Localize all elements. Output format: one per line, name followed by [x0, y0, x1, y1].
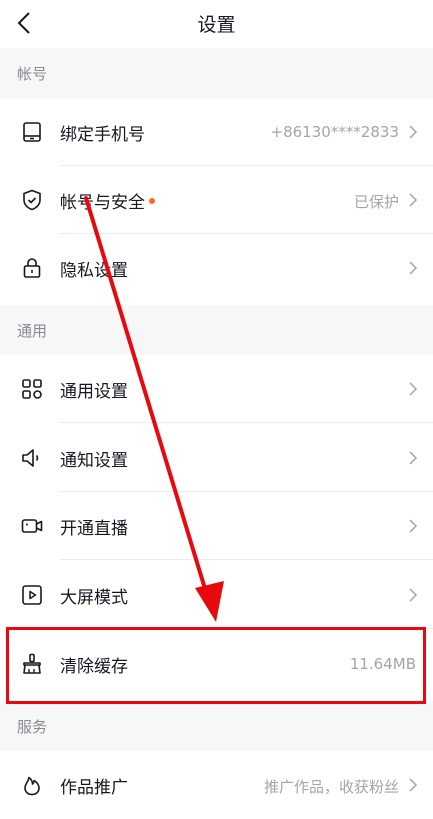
row-value: 推广作品，收获粉丝 — [263, 778, 399, 796]
chevron-right-icon — [409, 451, 418, 465]
shield-icon — [23, 189, 41, 211]
page-title: 设置 — [197, 14, 236, 36]
divider — [60, 559, 433, 560]
chevron-right-icon — [409, 382, 418, 396]
play-icon — [22, 585, 42, 605]
row-notifications[interactable]: 通知设置 — [0, 424, 433, 492]
row-value: +86130****2833 — [270, 123, 399, 141]
row-live[interactable]: 开通直播 — [0, 492, 433, 560]
flame-icon — [24, 776, 40, 796]
section-header-account: 帐号 — [0, 48, 433, 98]
chevron-right-icon — [409, 778, 418, 792]
section-header-general: 通用 — [0, 305, 433, 355]
row-big-screen[interactable]: 大屏模式 — [0, 561, 433, 629]
lock-icon — [23, 258, 41, 278]
row-label: 开通直播 — [60, 519, 128, 539]
chevron-right-icon — [409, 519, 418, 533]
row-label: 隐私设置 — [60, 261, 128, 281]
row-label: 作品推广 — [60, 778, 128, 798]
row-promote[interactable]: 作品推广 推广作品，收获粉丝 — [0, 751, 433, 819]
chevron-right-icon — [409, 125, 418, 139]
row-label: 大屏模式 — [60, 588, 128, 608]
row-label: 绑定手机号 — [60, 125, 145, 145]
row-label-wrap: 帐号与安全 — [60, 188, 155, 213]
badge-dot — [149, 198, 155, 204]
top-bar: 设置 — [0, 0, 433, 48]
section-title: 通用 — [17, 322, 48, 340]
row-label: 帐号与安全 — [60, 193, 145, 213]
camera-icon — [21, 519, 43, 533]
section-title: 服务 — [17, 718, 48, 736]
phone-icon — [23, 122, 41, 142]
chevron-right-icon — [409, 193, 418, 207]
highlight-box — [6, 627, 426, 704]
section-header-service: 服务 — [0, 701, 433, 751]
row-general-settings[interactable]: 通用设置 — [0, 355, 433, 423]
row-privacy[interactable]: 隐私设置 — [0, 234, 433, 302]
chevron-right-icon — [409, 261, 418, 275]
speaker-icon — [22, 449, 39, 467]
row-label: 通知设置 — [60, 451, 128, 471]
section-title: 帐号 — [17, 65, 48, 83]
row-bind-phone[interactable]: 绑定手机号 +86130****2833 — [0, 98, 433, 166]
row-account-security[interactable]: 帐号与安全 已保护 — [0, 166, 433, 234]
row-value: 已保护 — [353, 193, 399, 211]
grid-icon — [22, 379, 42, 399]
row-label: 通用设置 — [60, 382, 128, 402]
divider — [60, 422, 433, 423]
chevron-right-icon — [409, 588, 418, 602]
